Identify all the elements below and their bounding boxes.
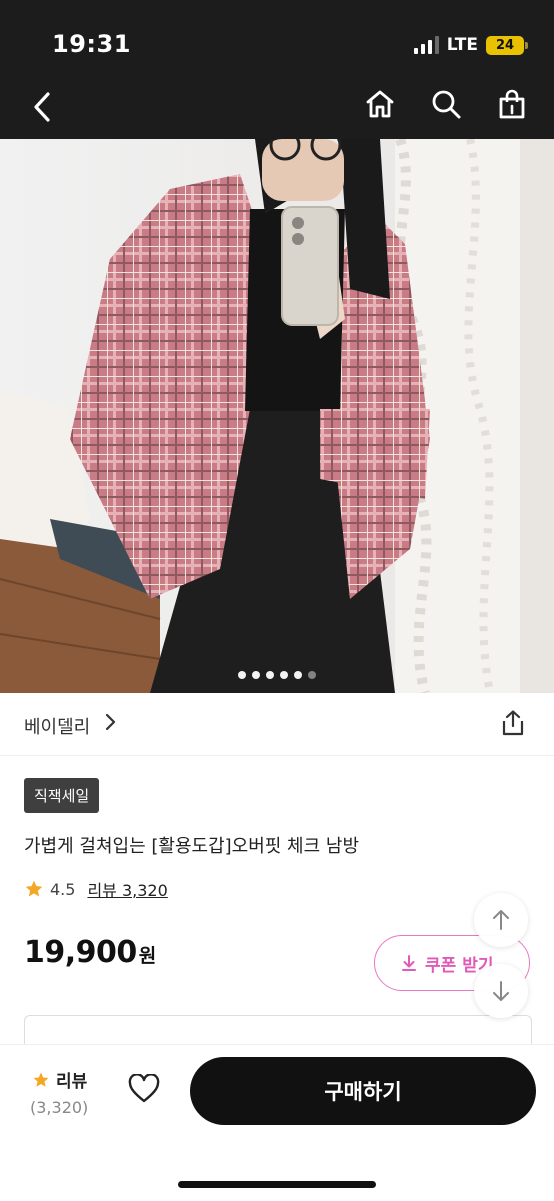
chevron-right-icon[interactable] xyxy=(104,711,118,733)
pagination-dot[interactable] xyxy=(280,671,288,679)
brand-name[interactable]: 베이델리 xyxy=(24,713,90,739)
top-bar: 19:31 LTE 24 xyxy=(0,0,554,139)
review-link[interactable]: 리뷰 3,320 xyxy=(87,877,167,901)
pagination-dot[interactable] xyxy=(238,671,246,679)
status-indicators: LTE 24 xyxy=(413,34,528,56)
star-icon xyxy=(32,1071,50,1089)
network-label: LTE xyxy=(446,35,478,55)
bottom-review-label: 리뷰 xyxy=(56,1072,88,1092)
currency: 원 xyxy=(138,945,156,967)
scroll-top-button[interactable] xyxy=(474,893,528,947)
arrow-up-icon xyxy=(493,910,509,930)
sale-badge: 직잭세일 xyxy=(24,778,100,813)
home-icon[interactable] xyxy=(364,88,396,120)
pagination-dot[interactable] xyxy=(266,671,274,679)
star-icon xyxy=(24,879,44,899)
pagination-dot[interactable] xyxy=(252,671,260,679)
home-indicator xyxy=(178,1181,376,1188)
search-icon[interactable] xyxy=(430,88,462,120)
nav-actions xyxy=(364,88,528,120)
bottom-action-bar: 리뷰 (3,320) 구매하기 xyxy=(0,1044,554,1201)
image-pagination xyxy=(0,671,554,679)
rating-value: 4.5 xyxy=(50,879,76,899)
scroll-bottom-button[interactable] xyxy=(474,964,528,1018)
signal-icon xyxy=(413,36,439,54)
back-icon[interactable] xyxy=(26,88,60,126)
rating-row: 4.5 리뷰 3,320 xyxy=(24,877,168,901)
product-image[interactable] xyxy=(0,139,554,693)
bottom-review-count: (3,320) xyxy=(30,1098,89,1117)
pagination-dot[interactable] xyxy=(308,671,316,679)
product-photo xyxy=(0,139,554,693)
pagination-dot[interactable] xyxy=(294,671,302,679)
price-value: 19,900 xyxy=(24,935,137,970)
share-icon[interactable] xyxy=(500,709,526,737)
download-icon xyxy=(401,954,417,972)
brand-row: 베이델리 xyxy=(0,693,554,756)
bottom-review[interactable]: 리뷰 xyxy=(32,1067,87,1092)
buy-button[interactable]: 구매하기 xyxy=(190,1057,536,1125)
price: 19,900 원 xyxy=(24,935,156,970)
status-time: 19:31 xyxy=(52,30,131,58)
heart-icon[interactable] xyxy=(128,1073,160,1104)
product-title: 가볍게 걸쳐입는 [활용도갑]오버핏 체크 남방 xyxy=(24,836,360,857)
shopping-bag-icon[interactable] xyxy=(496,88,528,120)
arrow-down-icon xyxy=(493,981,509,1001)
battery-icon: 24 xyxy=(486,35,528,55)
